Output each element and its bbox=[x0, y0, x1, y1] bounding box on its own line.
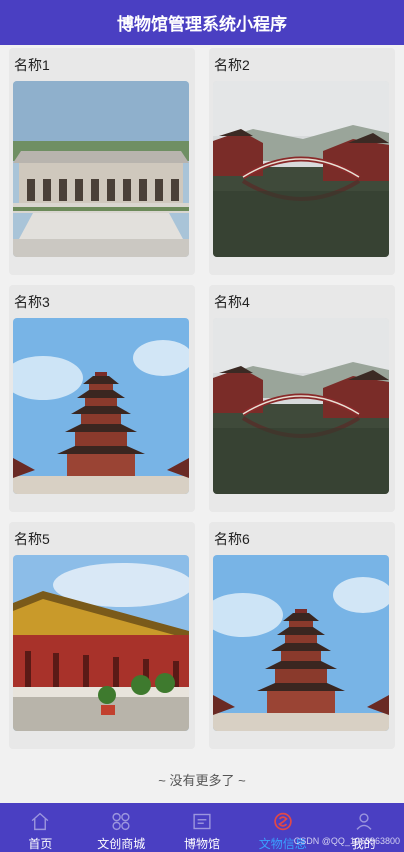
tab-home[interactable]: 首页 bbox=[0, 803, 81, 852]
relic-card-title: 名称6 bbox=[214, 531, 250, 547]
tab-label: 首页 bbox=[28, 837, 53, 851]
app-header: 博物馆管理系统小程序 bbox=[0, 0, 404, 45]
relic-grid: 名称1 名称2 名称3 名称4 名称5 名称6 bbox=[9, 48, 395, 749]
relic-card[interactable]: 名称6 bbox=[209, 522, 395, 749]
bridge-reflection-image[interactable] bbox=[213, 81, 389, 257]
relic-card-title: 名称1 bbox=[14, 57, 50, 73]
relic-card-title: 名称2 bbox=[214, 57, 250, 73]
bridge-reflection-image[interactable] bbox=[213, 318, 389, 494]
relic-card[interactable]: 名称1 bbox=[9, 48, 195, 275]
tab-bar: 首页 文创商城 博物馆 文物信息 我的 CSDN @QQ_1063963800 bbox=[0, 803, 404, 852]
content-area[interactable]: 名称1 名称2 名称3 名称4 名称5 名称6 ~ 没有更多了 ~ bbox=[0, 45, 404, 803]
watermark-text: CSDN @QQ_1063963800 bbox=[293, 836, 400, 846]
grid-icon bbox=[112, 812, 130, 831]
pagoda-tower-image[interactable] bbox=[13, 318, 189, 494]
home-icon bbox=[32, 812, 49, 831]
tab-museum[interactable]: 博物馆 bbox=[162, 803, 243, 852]
temple-hall-image[interactable] bbox=[13, 555, 189, 731]
page-title: 博物馆管理系统小程序 bbox=[117, 15, 287, 34]
relic-card-title: 名称3 bbox=[14, 294, 50, 310]
no-more-text: ~ 没有更多了 ~ bbox=[158, 773, 246, 788]
tab-shop[interactable]: 文创商城 bbox=[81, 803, 162, 852]
relic-card-title: 名称4 bbox=[214, 294, 250, 310]
tab-label: 文创商城 bbox=[97, 837, 146, 851]
relic-icon bbox=[274, 812, 292, 831]
museum-icon bbox=[193, 813, 211, 830]
relic-card[interactable]: 名称4 bbox=[209, 285, 395, 512]
relic-card[interactable]: 名称2 bbox=[209, 48, 395, 275]
relic-card[interactable]: 名称3 bbox=[9, 285, 195, 512]
museum-building-image[interactable] bbox=[13, 81, 189, 257]
pagoda-tower-image[interactable] bbox=[213, 555, 389, 731]
relic-card[interactable]: 名称5 bbox=[9, 522, 195, 749]
tab-label: 博物馆 bbox=[183, 837, 220, 851]
relic-card-title: 名称5 bbox=[14, 531, 50, 547]
user-icon bbox=[356, 813, 372, 830]
